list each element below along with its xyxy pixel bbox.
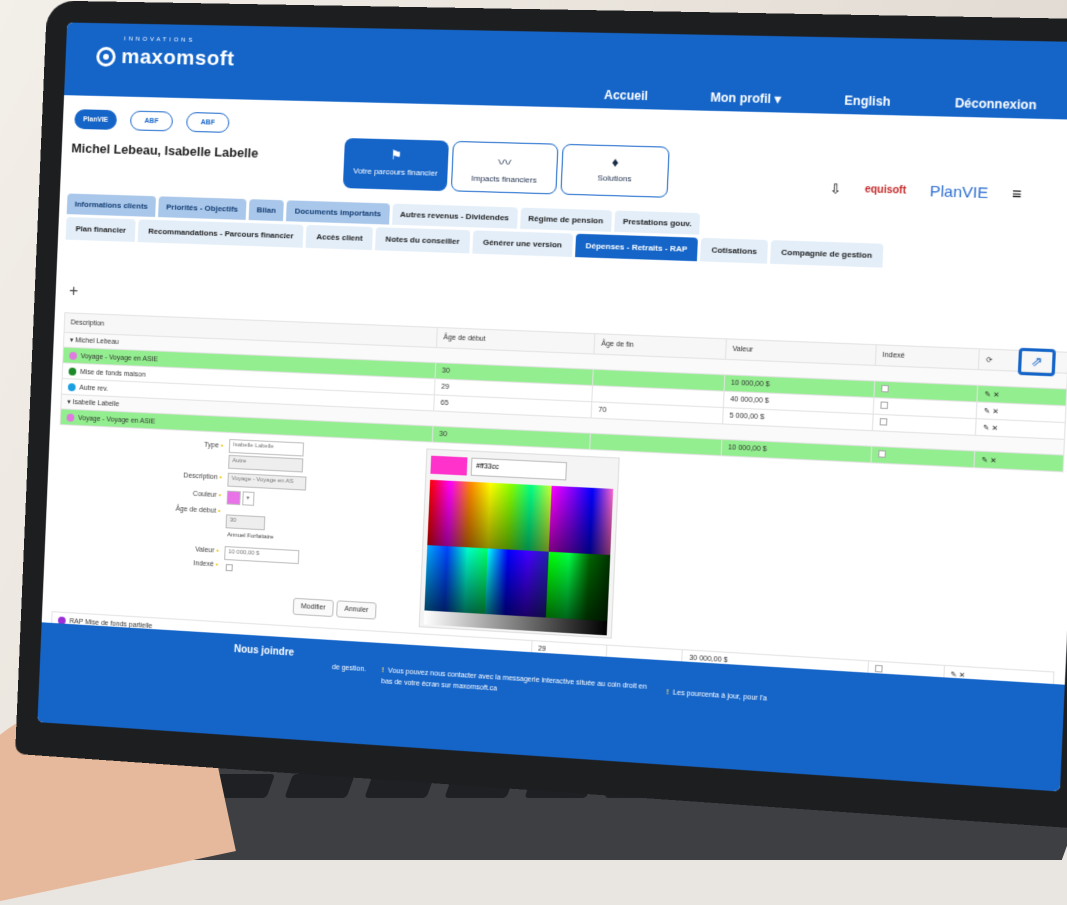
description-label: Description • — [183, 472, 222, 482]
color-picker: #ff33cc — [418, 448, 620, 639]
journey-label: Impacts financiers — [471, 173, 537, 185]
journey-parcours[interactable]: ⚑ Votre parcours financier — [342, 138, 449, 192]
tab-priorites[interactable]: Priorités - Objectifs — [158, 196, 247, 220]
pill-abf-2[interactable]: ABF — [185, 111, 230, 133]
start-age-label: Âge de début • — [175, 505, 221, 516]
tab-acces-client[interactable]: Accès client — [305, 224, 374, 251]
tab-plan-financier[interactable]: Plan financier — [65, 217, 137, 242]
tab-bilan[interactable]: Bilan — [248, 199, 285, 222]
presentation-icon[interactable]: ⇗ — [1017, 347, 1056, 377]
journey-solutions[interactable]: ♦ Solutions — [560, 143, 670, 198]
tab-compagnie[interactable]: Compagnie de gestion — [770, 240, 884, 268]
flag-icon: ⚑ — [389, 147, 403, 163]
indexed-checkbox[interactable] — [225, 564, 233, 572]
indexed-checkbox[interactable] — [880, 401, 888, 410]
add-icon[interactable]: + — [69, 283, 79, 300]
tab-generer[interactable]: Générer une version — [472, 230, 573, 257]
sub-header: PlanVIE ABF ABF Michel Lebeau, Isabelle … — [58, 95, 1067, 275]
chart-icon: 〰 — [497, 154, 512, 170]
color-dropdown[interactable]: ▾ — [242, 491, 255, 506]
indexed-checkbox[interactable] — [877, 450, 886, 458]
laptop: maxomsoft INNOVATIONS Accueil Mon profil… — [15, 0, 1067, 829]
journey-label: Votre parcours financier — [353, 166, 438, 178]
indexed-label: Indexé • — [193, 560, 219, 569]
tab-informations-clients[interactable]: Informations clients — [66, 193, 157, 217]
logo[interactable]: maxomsoft INNOVATIONS — [95, 36, 235, 72]
color-label: Couleur • — [192, 490, 222, 500]
nav-english[interactable]: English — [812, 93, 923, 110]
client-names: Michel Lebeau, Isabelle Labelle — [71, 140, 259, 161]
tab-autres-revenus[interactable]: Autres revenus - Dividendes — [391, 203, 518, 229]
brand-row: ⇩ equisoft PlanVIE ≡ — [829, 180, 1022, 203]
menu-icon[interactable]: ≡ — [1012, 185, 1022, 203]
category-dot — [69, 351, 78, 360]
pill-abf-1[interactable]: ABF — [129, 110, 174, 132]
indexed-checkbox[interactable] — [879, 418, 888, 426]
value-label: Valeur • — [195, 546, 219, 555]
journey-label: Solutions — [597, 173, 632, 184]
tab-regime-pension[interactable]: Régime de pension — [519, 207, 612, 232]
indexed-checkbox[interactable] — [880, 384, 889, 393]
download-icon[interactable]: ⇩ — [829, 180, 841, 197]
frequency-radio[interactable]: Annuel Forfaitaire — [227, 532, 274, 540]
footer-gestion: de gestion. — [331, 664, 367, 674]
logo-subtitle: INNOVATIONS — [123, 36, 196, 44]
tab-recommandations[interactable]: Recommandations - Parcours financier — [138, 219, 304, 248]
screen: maxomsoft INNOVATIONS Accueil Mon profil… — [37, 22, 1067, 792]
selected-color — [430, 455, 468, 476]
hex-input[interactable]: #ff33cc — [470, 457, 568, 481]
modify-button[interactable]: Modifier — [292, 597, 334, 618]
type-label: Type • — [203, 441, 224, 450]
indexed-checkbox[interactable] — [874, 664, 883, 673]
tab-prestations[interactable]: Prestations gouv. — [614, 210, 701, 235]
start-age-input[interactable]: 30 — [225, 514, 266, 531]
type-sub-select[interactable]: Autre — [228, 454, 304, 473]
footer-message: ! Vous pouvez nous contacter avec la mess… — [381, 667, 647, 693]
value-input[interactable]: 10 000,00 $ — [224, 546, 300, 565]
bulb-icon: ♦ — [611, 154, 619, 170]
pill-planvie[interactable]: PlanVIE — [74, 109, 118, 130]
color-palette[interactable] — [423, 479, 614, 636]
category-dot — [66, 413, 75, 422]
tab-notes[interactable]: Notes du conseiller — [375, 227, 471, 254]
contact-heading[interactable]: Nous joindre — [234, 644, 294, 659]
journey-impacts[interactable]: 〰 Impacts financiers — [450, 140, 559, 195]
type-select[interactable]: Isabelle Labelle — [228, 438, 305, 457]
planvie-logo: PlanVIE — [929, 182, 989, 203]
nav-mon-profil[interactable]: Mon profil ▾ — [679, 90, 813, 108]
cancel-button[interactable]: Annuler — [336, 600, 377, 620]
color-swatch[interactable] — [226, 490, 241, 506]
category-dot — [68, 366, 77, 376]
description-input[interactable]: Voyage - Voyage en AS — [227, 472, 307, 491]
logo-text: maxomsoft — [120, 45, 235, 71]
tab-cotisations[interactable]: Cotisations — [700, 237, 769, 264]
logo-icon — [95, 46, 117, 67]
nav-deconnexion[interactable]: Déconnexion — [922, 95, 1067, 113]
tab-depenses[interactable]: Dépenses - Retraits - RAP — [574, 233, 699, 262]
nav-accueil[interactable]: Accueil — [573, 87, 680, 104]
footer-percent: ! Les pourcenta à jour, pour l'a — [666, 689, 768, 703]
equisoft-logo: equisoft — [864, 184, 907, 197]
category-dot — [67, 382, 76, 391]
tab-documents[interactable]: Documents importants — [286, 200, 390, 225]
